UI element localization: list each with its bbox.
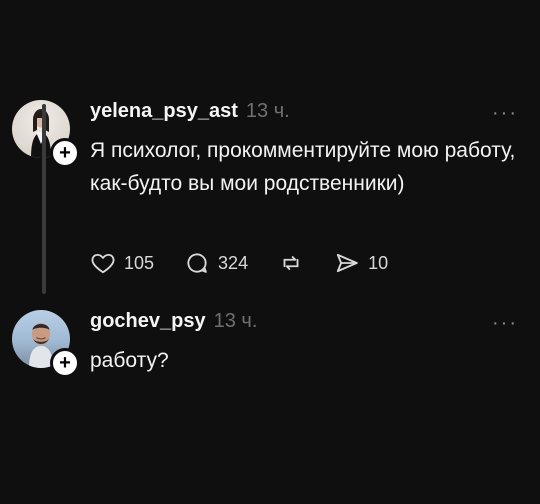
more-options-icon[interactable]: ··· — [492, 312, 518, 335]
heart-icon — [91, 253, 115, 274]
thread-line — [42, 104, 46, 294]
avatar-container[interactable]: + — [12, 310, 80, 378]
post-header: gochev_psy 13 ч. — [90, 310, 257, 333]
like-button[interactable]: 105 — [90, 250, 154, 276]
username[interactable]: gochev_psy — [90, 310, 206, 333]
post-text: работу? — [90, 349, 169, 372]
follow-plus-icon[interactable]: + — [50, 348, 80, 378]
username[interactable]: yelena_psy_ast — [90, 100, 238, 123]
repost-icon — [283, 256, 299, 270]
comment-icon — [187, 253, 207, 273]
repost-button[interactable] — [278, 250, 304, 276]
comment-button[interactable]: 324 — [184, 250, 248, 276]
shares-count: 10 — [368, 252, 389, 273]
follow-plus-icon[interactable]: + — [50, 138, 80, 168]
more-options-icon[interactable]: ··· — [492, 102, 518, 125]
comments-count: 324 — [218, 252, 249, 273]
timestamp: 13 ч. — [245, 100, 290, 122]
post-actions: 105 324 10 — [90, 250, 418, 276]
share-button[interactable]: 10 — [334, 250, 388, 276]
post-text: Я психолог, прокомментируйте мою работу,… — [90, 139, 516, 195]
threads-feed: + yelena_psy_ast 13 ч. ··· Я психолог, п… — [0, 0, 540, 504]
send-icon — [336, 253, 358, 273]
post-header: yelena_psy_ast 13 ч. — [90, 100, 290, 123]
timestamp: 13 ч. — [213, 310, 258, 332]
avatar-container[interactable]: + — [12, 100, 80, 168]
likes-count: 105 — [124, 252, 155, 273]
